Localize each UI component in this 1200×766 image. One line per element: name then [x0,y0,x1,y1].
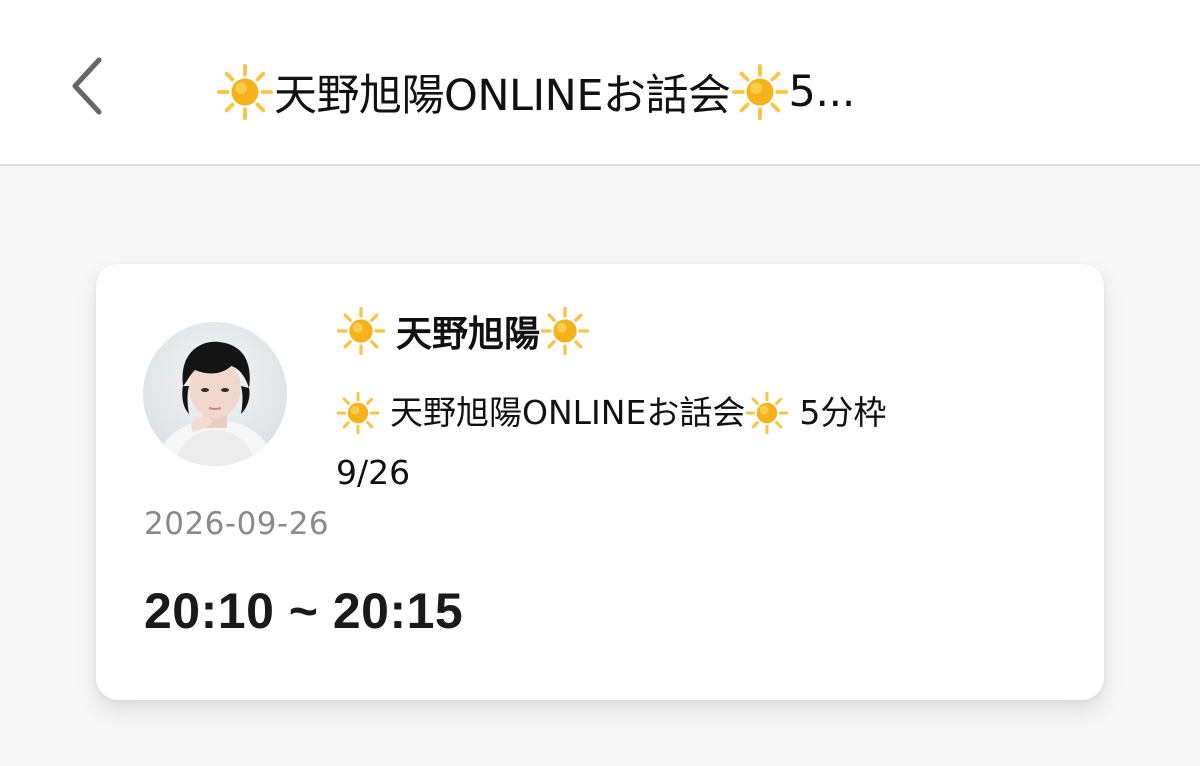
sun-icon [746,391,789,435]
event-title-line-1: 天野旭陽ONLINEお話会 5分枠 [336,382,1066,444]
host-name: 天野旭陽 [336,302,590,360]
back-button[interactable] [52,46,122,126]
host-name-text: 天野旭陽 [396,314,541,355]
chevron-left-icon [72,57,102,115]
host-photo [143,322,287,466]
ticket-card[interactable]: 天野旭陽 天野旭陽ONLINEお話会 5分枠 9/26 2026-09-26 2… [96,264,1104,700]
page-title-text: 天野旭陽ONLINEお話会 [274,71,731,121]
event-title-main: 天野旭陽ONLINEお話会 [390,393,746,432]
navigation-bar: 天野旭陽ONLINEお話会 5... [0,0,1200,166]
sun-icon [336,306,386,356]
event-title-line-2: 9/26 [336,453,411,492]
sun-icon [540,306,590,356]
avatar [143,322,287,466]
sun-icon [216,63,274,121]
event-slot-length: 5分枠 [799,393,887,432]
time-range: 20:10 ~ 20:15 [144,583,464,639]
sun-icon [336,391,380,435]
event-date: 2026-09-26 [144,506,330,542]
sun-icon [731,63,788,121]
event-title: 天野旭陽ONLINEお話会 5分枠 [336,382,1066,444]
page-title-truncated: 5... [788,67,856,117]
page-title: 天野旭陽ONLINEお話会 5... [216,52,1116,132]
